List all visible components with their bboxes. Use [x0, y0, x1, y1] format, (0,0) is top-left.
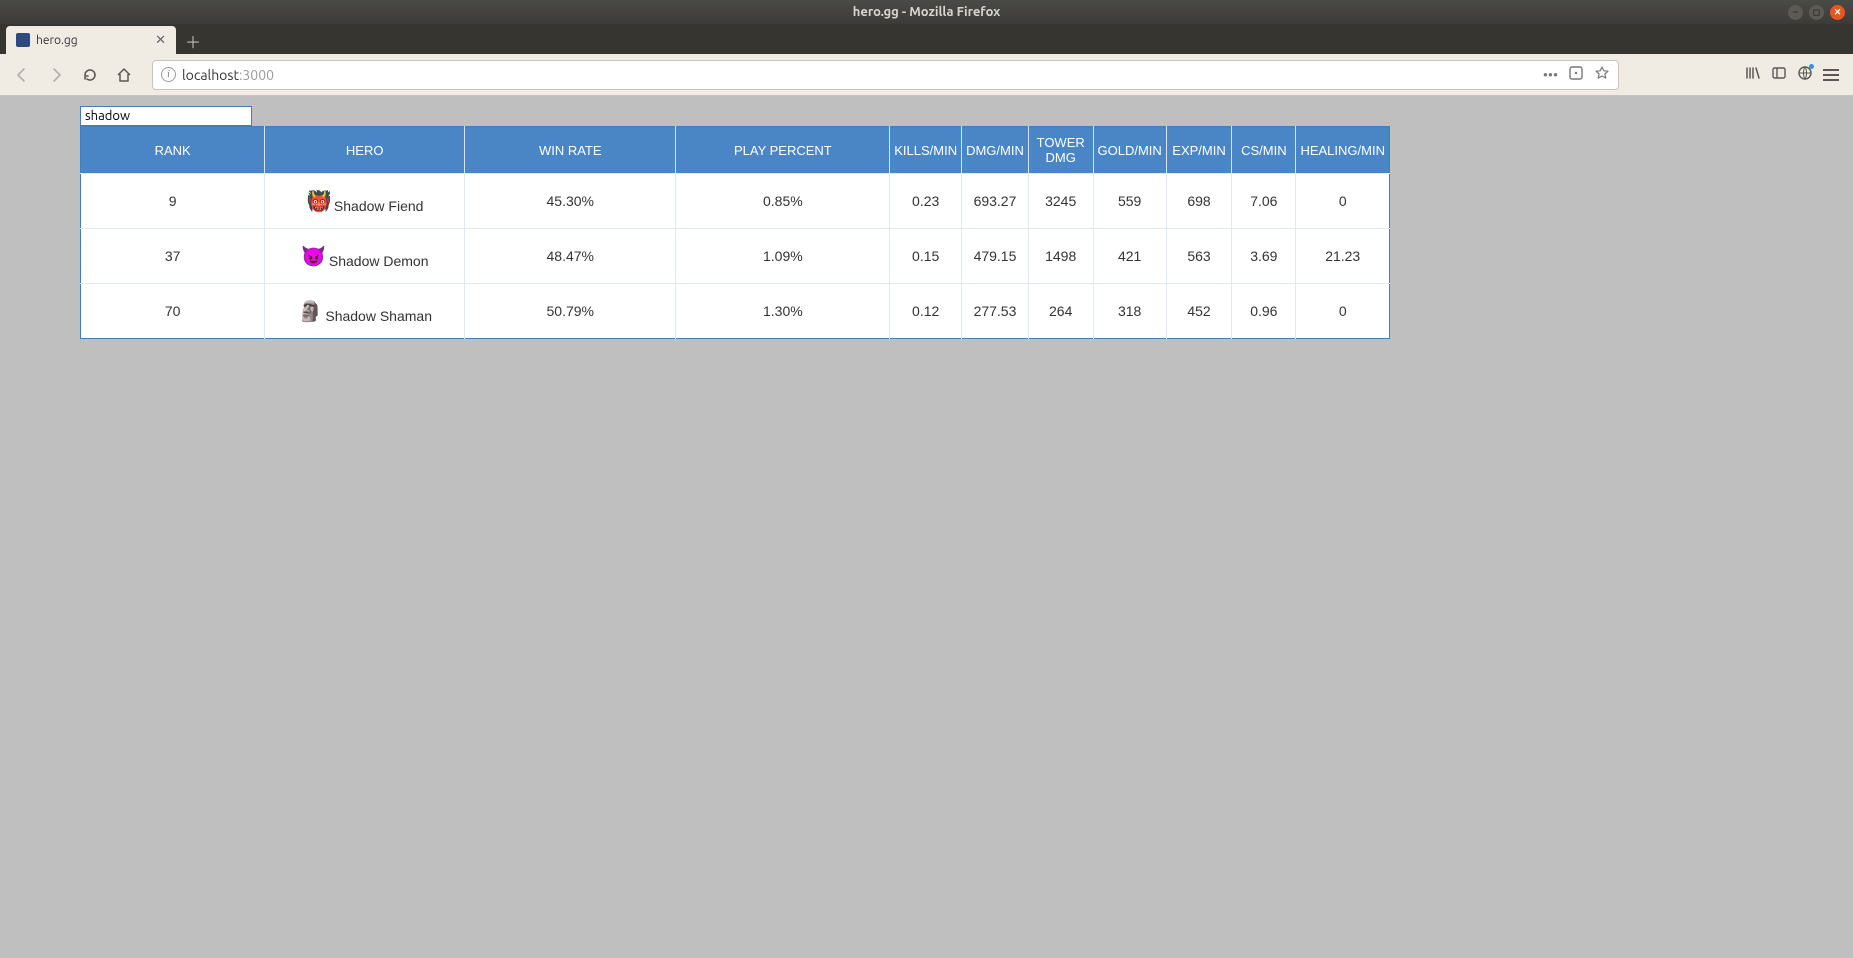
sidebar-icon[interactable] [1771, 65, 1787, 84]
cell-tower_dmg: 3245 [1028, 174, 1093, 229]
col-rank[interactable]: RANK [81, 127, 265, 174]
col-healing-min[interactable]: HEALING/MIN [1296, 127, 1390, 174]
tab-close-icon[interactable]: ✕ [155, 33, 166, 48]
library-icon[interactable] [1745, 65, 1761, 84]
hero-search-input[interactable] [80, 106, 252, 126]
cell-healing_min: 0 [1296, 174, 1390, 229]
col-win-rate[interactable]: WIN RATE [465, 127, 676, 174]
cell-hero: 😈Shadow Demon [265, 229, 465, 284]
hamburger-icon [1823, 69, 1839, 81]
cell-cs_min: 7.06 [1232, 174, 1296, 229]
cell-win_rate: 45.30% [465, 174, 676, 229]
home-icon [116, 67, 132, 83]
urlbar-actions: ••• [1543, 65, 1610, 84]
cell-hero: 👹Shadow Fiend [265, 174, 465, 229]
browser-navbar: i localhost:3000 ••• [0, 54, 1853, 96]
cell-win_rate: 48.47% [465, 229, 676, 284]
cell-hero: 🗿Shadow Shaman [265, 284, 465, 339]
forward-button[interactable] [42, 61, 70, 89]
cell-cs_min: 3.69 [1232, 229, 1296, 284]
reload-button[interactable] [76, 61, 104, 89]
cell-win_rate: 50.79% [465, 284, 676, 339]
col-dmg-min[interactable]: DMG/MIN [962, 127, 1029, 174]
reader-mode-icon[interactable] [1568, 65, 1584, 84]
col-exp-min[interactable]: EXP/MIN [1166, 127, 1231, 174]
url-port: :3000 [239, 67, 274, 83]
cell-cs_min: 0.96 [1232, 284, 1296, 339]
col-play-percent[interactable]: PLAY PERCENT [676, 127, 890, 174]
hero-icon: 👹 [306, 188, 332, 214]
window-maximize-button[interactable]: ◻ [1809, 5, 1824, 20]
window-title: hero.gg - Mozilla Firefox [853, 5, 1001, 19]
browser-tab[interactable]: hero.gg ✕ [6, 26, 176, 54]
page-viewport: RANK HERO WIN RATE PLAY PERCENT KILLS/MI… [0, 96, 1853, 958]
url-text: localhost:3000 [182, 67, 274, 83]
hero-name: Shadow Demon [329, 253, 429, 269]
table-row[interactable]: 37😈Shadow Demon48.47%1.09%0.15479.151498… [81, 229, 1390, 284]
url-bar[interactable]: i localhost:3000 ••• [152, 60, 1619, 90]
hero-icon: 😈 [301, 243, 327, 269]
content: RANK HERO WIN RATE PLAY PERCENT KILLS/MI… [80, 106, 1390, 339]
cell-gold_min: 318 [1093, 284, 1166, 339]
cell-rank: 37 [81, 229, 265, 284]
cell-exp_min: 452 [1166, 284, 1231, 339]
col-cs-min[interactable]: CS/MIN [1232, 127, 1296, 174]
col-hero[interactable]: HERO [265, 127, 465, 174]
cell-exp_min: 698 [1166, 174, 1231, 229]
cell-kills_min: 0.12 [890, 284, 962, 339]
cell-dmg_min: 277.53 [962, 284, 1029, 339]
cell-exp_min: 563 [1166, 229, 1231, 284]
window-titlebar: hero.gg - Mozilla Firefox – ◻ ✕ [0, 0, 1853, 24]
toolbar-right-icons [1745, 65, 1845, 84]
hero-stats-table: RANK HERO WIN RATE PLAY PERCENT KILLS/MI… [80, 126, 1390, 339]
bookmark-icon[interactable] [1594, 65, 1610, 84]
col-gold-min[interactable]: GOLD/MIN [1093, 127, 1166, 174]
col-tower-dmg[interactable]: TOWER DMG [1028, 127, 1093, 174]
table-header-row: RANK HERO WIN RATE PLAY PERCENT KILLS/MI… [81, 127, 1390, 174]
hero-name: Shadow Shaman [325, 308, 432, 324]
tab-favicon-icon [16, 33, 30, 47]
cell-kills_min: 0.23 [890, 174, 962, 229]
cell-healing_min: 0 [1296, 284, 1390, 339]
cell-play_percent: 1.30% [676, 284, 890, 339]
cell-gold_min: 559 [1093, 174, 1166, 229]
cell-healing_min: 21.23 [1296, 229, 1390, 284]
back-button[interactable] [8, 61, 36, 89]
cell-rank: 9 [81, 174, 265, 229]
arrow-left-icon [14, 67, 30, 83]
window-minimize-button[interactable]: – [1788, 5, 1803, 20]
extension-icon[interactable] [1797, 65, 1813, 84]
cell-tower_dmg: 1498 [1028, 229, 1093, 284]
cell-rank: 70 [81, 284, 265, 339]
cell-play_percent: 0.85% [676, 174, 890, 229]
arrow-right-icon [48, 67, 64, 83]
cell-gold_min: 421 [1093, 229, 1166, 284]
hero-name: Shadow Fiend [334, 198, 424, 214]
reload-icon [82, 67, 98, 83]
browser-tabstrip: hero.gg ✕ ＋ [0, 24, 1853, 54]
hero-icon: 🗿 [297, 298, 323, 324]
new-tab-button[interactable]: ＋ [180, 28, 206, 54]
cell-tower_dmg: 264 [1028, 284, 1093, 339]
cell-play_percent: 1.09% [676, 229, 890, 284]
cell-dmg_min: 479.15 [962, 229, 1029, 284]
col-kills-min[interactable]: KILLS/MIN [890, 127, 962, 174]
tab-title: hero.gg [36, 34, 149, 47]
table-row[interactable]: 70🗿Shadow Shaman50.79%1.30%0.12277.53264… [81, 284, 1390, 339]
table-row[interactable]: 9👹Shadow Fiend45.30%0.85%0.23693.2732455… [81, 174, 1390, 229]
url-host: localhost [182, 67, 239, 83]
cell-kills_min: 0.15 [890, 229, 962, 284]
cell-dmg_min: 693.27 [962, 174, 1029, 229]
menu-button[interactable] [1823, 69, 1839, 81]
window-controls: – ◻ ✕ [1788, 5, 1853, 20]
home-button[interactable] [110, 61, 138, 89]
page-actions-icon[interactable]: ••• [1543, 67, 1558, 83]
window-close-button[interactable]: ✕ [1830, 5, 1845, 20]
site-info-icon[interactable]: i [161, 67, 176, 82]
